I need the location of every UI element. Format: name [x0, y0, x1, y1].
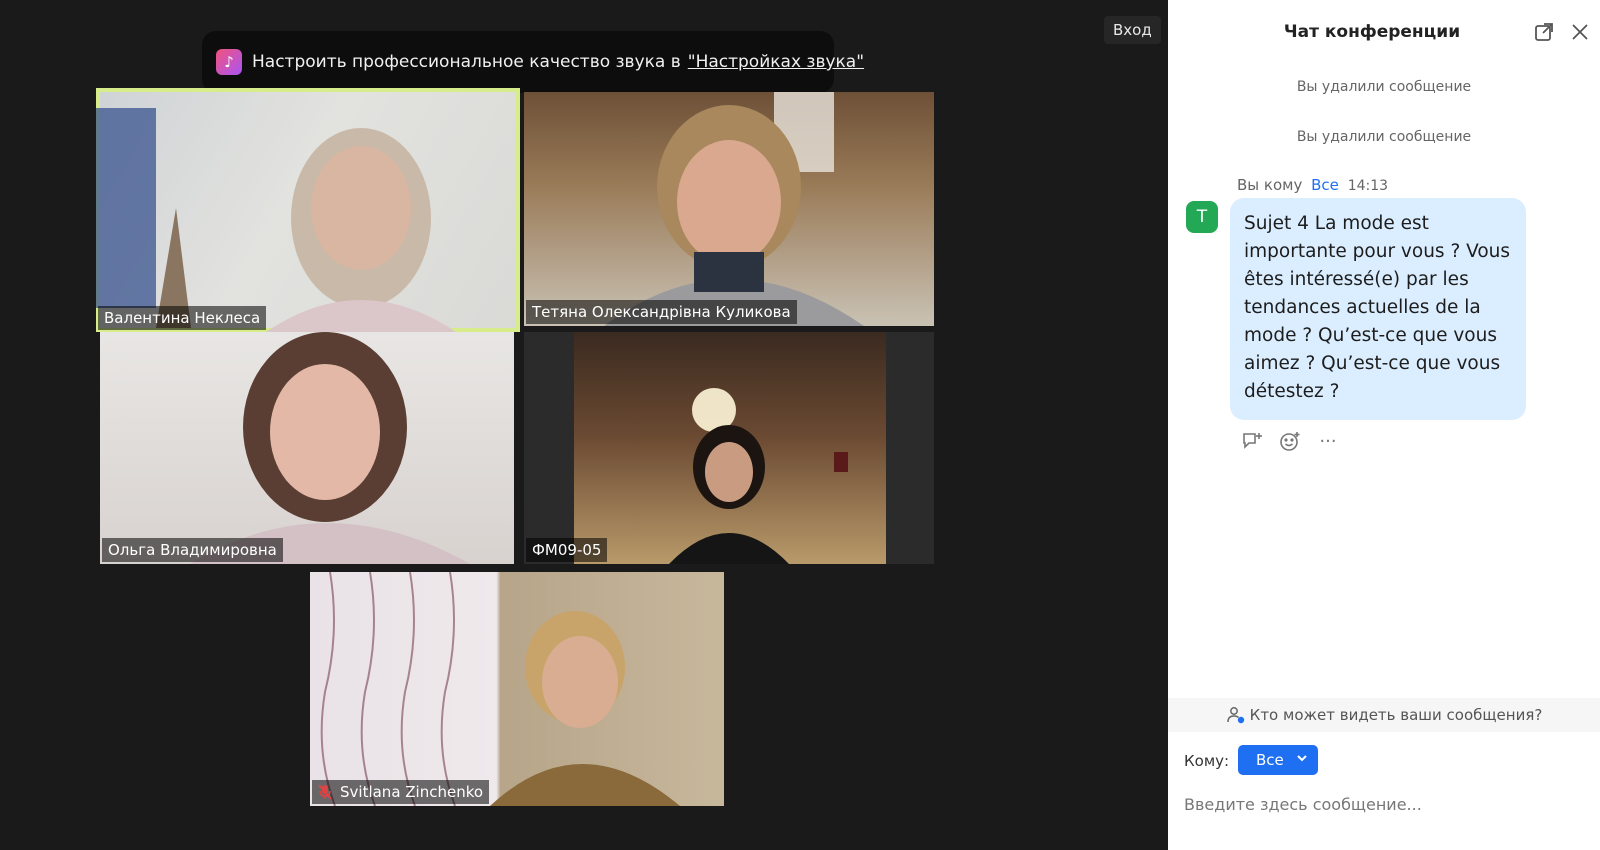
chevron-down-icon [1296, 752, 1308, 767]
recipient-select[interactable]: Все [1238, 745, 1318, 775]
deleted-message-notice: Вы удалили сообщение [1296, 79, 1472, 95]
person-info-icon [1226, 706, 1246, 724]
notice-text: Настроить профессиональное качество звук… [252, 52, 681, 72]
avatar[interactable]: Т [1186, 201, 1218, 233]
chat-panel: Чат конференции Вы удалили сообщение Вы … [1168, 0, 1600, 850]
deleted-message-notice: Вы удалили сообщение [1296, 129, 1472, 145]
mic-off-icon [318, 784, 332, 800]
participant-tile[interactable]: Ольга Владимировна [100, 332, 514, 564]
message-input[interactable] [1184, 788, 1584, 820]
participant-tile[interactable]: Валентина Неклеса [96, 88, 520, 332]
message-sender: Вы кому [1237, 176, 1303, 194]
video-gallery: Вход ♪ Настроить профессиональное качест… [0, 0, 1168, 850]
participant-name: Валентина Неклеса [98, 306, 267, 330]
participant-name: Svitlana Zinchenko [312, 780, 490, 804]
chat-title: Чат конференции [1283, 22, 1461, 42]
video-feed [96, 108, 456, 332]
video-feed [320, 572, 680, 806]
video-feed [574, 332, 886, 564]
message-meta: Вы кому Все 14:13 [1237, 176, 1388, 194]
participant-name-text: Svitlana Zinchenko [340, 783, 484, 801]
message-actions: ··· [1240, 430, 1340, 452]
participant-name: ФМ09-05 [526, 538, 608, 562]
more-icon[interactable]: ··· [1316, 430, 1340, 452]
zoom-meeting-window: Вход ♪ Настроить профессиональное качест… [0, 0, 1600, 850]
video-feed [190, 332, 470, 564]
who-can-see-link[interactable]: Кто может видеть ваши сообщения? [1168, 698, 1600, 732]
chat-message-bubble[interactable]: Sujet 4 La mode est importante pour vous… [1230, 198, 1526, 420]
audio-quality-notice: ♪ Настроить профессиональное качество зв… [202, 31, 864, 93]
reply-icon[interactable] [1240, 430, 1264, 452]
popout-icon[interactable] [1532, 20, 1556, 44]
recipient-select-value: Все [1256, 751, 1284, 769]
login-button[interactable]: Вход [1104, 16, 1161, 44]
participant-tile[interactable]: ФМ09-05 [524, 332, 934, 564]
who-can-see-text: Кто может видеть ваши сообщения? [1249, 706, 1543, 724]
message-time: 14:13 [1347, 178, 1389, 194]
message-recipient[interactable]: Все [1311, 176, 1339, 194]
participant-tile[interactable]: Тетяна Олександрівна Куликова [524, 92, 934, 326]
participant-tile[interactable]: Svitlana Zinchenko [310, 572, 724, 806]
recipient-label: Кому: [1184, 752, 1230, 770]
music-note-icon: ♪ [216, 49, 242, 75]
video-feed [604, 92, 864, 326]
close-icon[interactable] [1568, 20, 1592, 44]
participant-name: Ольга Владимировна [102, 538, 283, 562]
participant-name: Тетяна Олександрівна Куликова [526, 300, 797, 324]
audio-settings-link[interactable]: "Настройках звука" [688, 52, 864, 72]
emoji-add-icon[interactable] [1278, 430, 1302, 452]
